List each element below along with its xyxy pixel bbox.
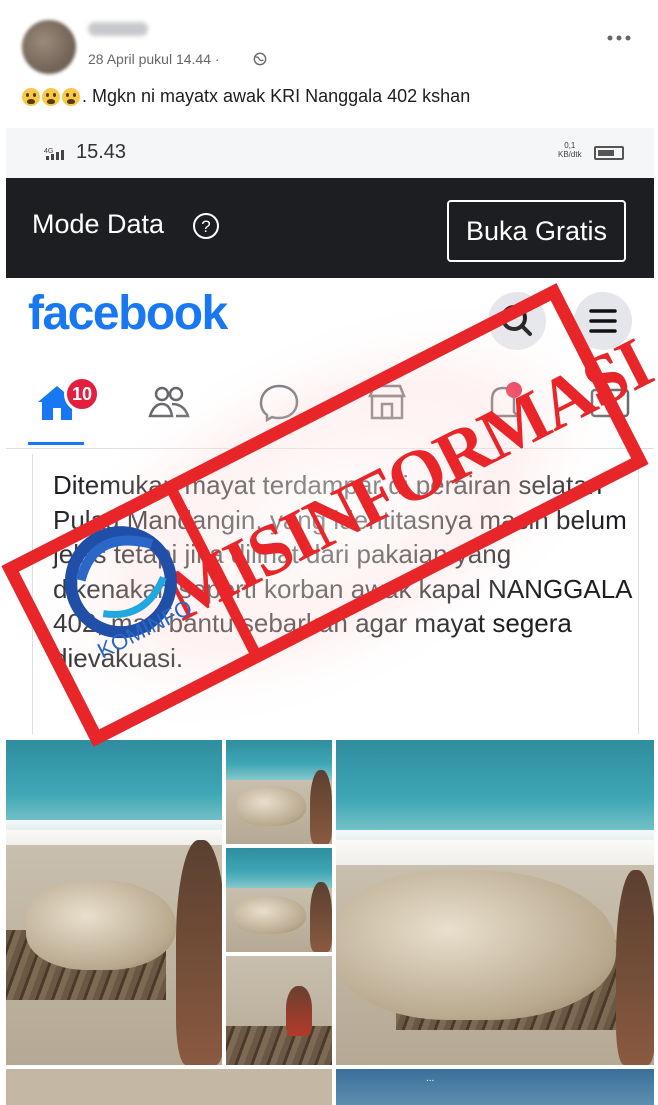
- network-speed: 0,1 KB/dtk: [558, 141, 582, 159]
- beach-photo-6[interactable]: [6, 1069, 332, 1105]
- help-icon[interactable]: ?: [192, 212, 220, 240]
- speed-unit: KB/dtk: [558, 150, 582, 159]
- active-tab-indicator: [28, 442, 84, 445]
- notifications-bell-icon[interactable]: [480, 382, 526, 422]
- battery-icon: [594, 146, 624, 160]
- search-button[interactable]: [488, 292, 546, 350]
- svg-text:4G: 4G: [44, 148, 53, 155]
- beach-photo-5[interactable]: [336, 740, 654, 1065]
- notification-badge: 10: [64, 376, 100, 412]
- caption-text: . Mgkn ni mayatx awak KRI Nanggala 402 k…: [82, 86, 471, 106]
- svg-text:?: ?: [201, 217, 210, 236]
- messenger-icon[interactable]: [256, 382, 302, 422]
- data-mode-bar: Mode Data ? Buka Gratis: [6, 178, 654, 278]
- facebook-logo[interactable]: facebook: [28, 286, 228, 341]
- signal-icon: 4G: [44, 148, 64, 160]
- search-icon: [501, 305, 532, 336]
- crying-face-emoji: [42, 87, 60, 106]
- post-timestamp[interactable]: 28 April pukul 14.44 ·: [88, 51, 220, 67]
- menu-button[interactable]: [574, 292, 632, 350]
- speed-value: 0,1: [564, 141, 576, 150]
- phone-status-bar: 4G 15.43 0,1 KB/dtk: [6, 128, 654, 178]
- post-caption: . Mgkn ni mayatx awak KRI Nanggala 402 k…: [22, 86, 470, 107]
- friends-icon[interactable]: [146, 382, 192, 422]
- more-options-icon[interactable]: [604, 28, 634, 48]
- beach-photo-7[interactable]: ...: [336, 1069, 654, 1105]
- photo-overlay-text: ...: [426, 1073, 435, 1084]
- marketplace-icon[interactable]: [364, 382, 410, 422]
- photo-grid: ...: [6, 740, 654, 1105]
- beach-photo-1[interactable]: [6, 740, 222, 1065]
- embedded-screenshot: 4G 15.43 0,1 KB/dtk Mode Data ? Buka Gra…: [6, 128, 654, 1105]
- video-icon[interactable]: [588, 382, 634, 422]
- avatar[interactable]: [22, 20, 76, 74]
- post-header: 28 April pukul 14.44 ·: [0, 0, 658, 80]
- shared-post-text: Ditemukan mayat terdampar di perairan se…: [53, 470, 632, 673]
- facebook-header: facebook: [6, 278, 654, 368]
- hamburger-menu-icon: [589, 309, 617, 333]
- author-name-blurred[interactable]: [88, 22, 148, 36]
- crying-face-emoji: [22, 87, 40, 106]
- beach-photo-3[interactable]: [226, 848, 332, 952]
- facebook-nav-bar: 10: [6, 368, 654, 449]
- data-mode-label: Mode Data: [32, 209, 165, 239]
- crying-face-emoji: [62, 87, 80, 106]
- shared-post-text-box: Ditemukan mayat terdampar di perairan se…: [32, 454, 639, 734]
- status-time: 15.43: [76, 141, 127, 163]
- beach-photo-2[interactable]: [226, 740, 332, 844]
- open-free-button[interactable]: Buka Gratis: [447, 200, 626, 262]
- globe-icon: [253, 52, 267, 66]
- beach-photo-4[interactable]: [226, 956, 332, 1065]
